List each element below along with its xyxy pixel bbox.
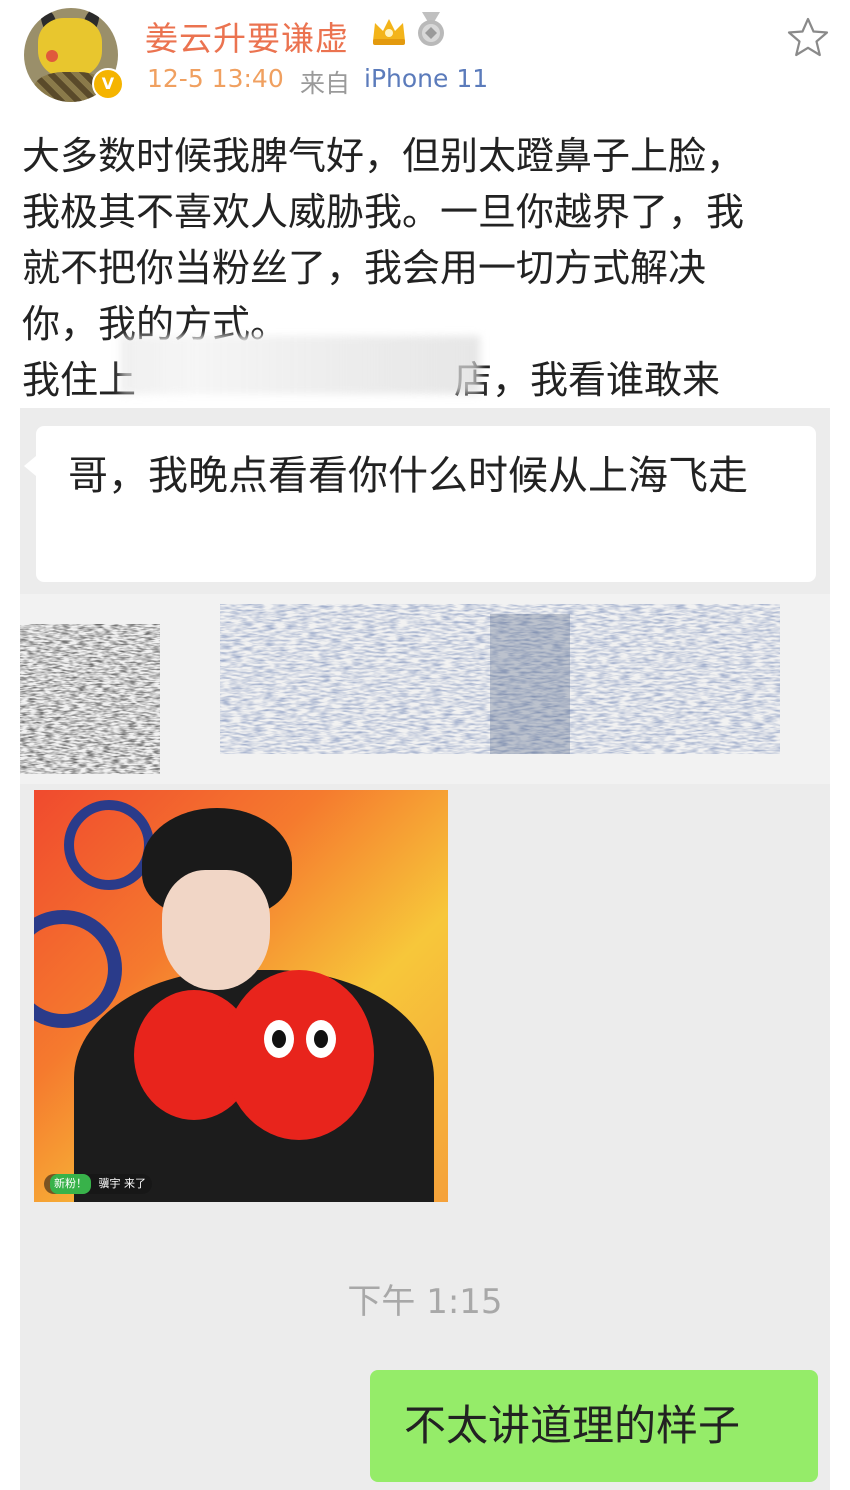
photo-record-decor xyxy=(64,800,154,890)
plush-eye xyxy=(264,1020,294,1058)
post-line-end: 店，我看谁敢来 xyxy=(454,358,721,402)
verified-badge-icon: V xyxy=(92,68,124,100)
medal-icon xyxy=(418,12,444,46)
chat-screenshot: 哥，我晚点看看你什么时候从上海飞走 新粉！ 骥宇 来了 下午 1:15 不太讲道… xyxy=(20,408,830,1490)
fan-action: 来了 xyxy=(124,1177,146,1190)
post-line-start: 我住上 xyxy=(22,358,137,402)
post-header: V 姜云升要谦虚 12-5 13:40 来自 iPhone 11 xyxy=(0,0,850,120)
new-fan-badge: 新粉！ xyxy=(50,1174,91,1194)
fan-name: 骥宇 xyxy=(98,1177,121,1190)
post-time: 12-5 13:40 xyxy=(147,64,284,93)
redaction-scribble xyxy=(20,594,830,784)
star-icon[interactable] xyxy=(786,16,830,58)
avatar-cheek xyxy=(46,50,58,62)
received-message-bubble: 哥，我晚点看看你什么时候从上海飞走 xyxy=(24,426,816,582)
username[interactable]: 姜云升要谦虚 xyxy=(145,12,349,60)
post-source-label: 来自 xyxy=(300,69,351,98)
avatar-face xyxy=(38,18,102,78)
sent-message-text: 不太讲道理的样子 xyxy=(404,1401,741,1450)
photo-plush-right xyxy=(224,970,374,1140)
crown-icon xyxy=(373,19,405,45)
post-line: 大多数时候我脾气好，但别太蹬鼻子上脸， xyxy=(22,134,745,178)
redaction-blur xyxy=(120,336,480,394)
photo-person-face xyxy=(162,870,270,990)
post-line: 我极其不喜欢人威胁我。一旦你越界了，我 xyxy=(22,190,745,234)
chat-photo[interactable]: 新粉！ 骥宇 来了 xyxy=(34,790,448,1202)
photo-live-tag: 新粉！ 骥宇 来了 xyxy=(44,1174,152,1194)
plush-eye xyxy=(306,1020,336,1058)
post-line: 就不把你当粉丝了，我会用一切方式解决 xyxy=(22,246,707,290)
sent-message-bubble: 不太讲道理的样子 xyxy=(370,1370,818,1482)
post-device[interactable]: iPhone 11 xyxy=(364,64,488,93)
chat-timestamp: 下午 1:15 xyxy=(347,1282,503,1322)
received-message-text: 哥，我晚点看看你什么时候从上海飞走 xyxy=(68,453,748,499)
